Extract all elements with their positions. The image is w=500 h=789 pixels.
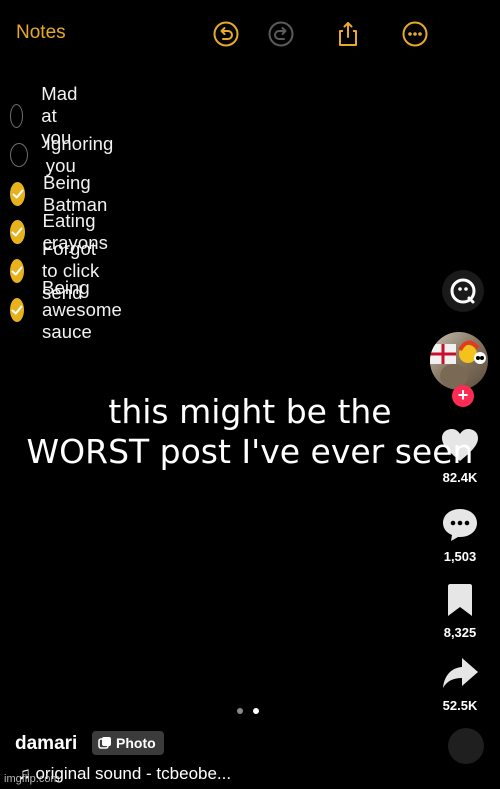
comment-icon <box>443 509 477 541</box>
undo-icon[interactable] <box>212 20 240 48</box>
photo-stack-icon <box>98 737 111 749</box>
bookmark-icon <box>448 584 472 616</box>
share-icon[interactable] <box>334 20 362 48</box>
photo-badge-label: Photo <box>116 735 156 751</box>
carousel-dot[interactable] <box>237 708 243 714</box>
like-count: 82.4K <box>442 470 478 485</box>
caption-line: WORST post I've ever seen <box>26 432 474 471</box>
checkbox-checked-icon[interactable] <box>10 298 24 322</box>
share-count: 52.5K <box>442 698 478 713</box>
redo-icon[interactable] <box>267 20 295 48</box>
notes-back-title[interactable]: Notes <box>16 22 66 44</box>
checklist-item-label: Being awesome sauce <box>42 277 122 342</box>
sound-disc-icon[interactable] <box>448 728 484 764</box>
checklist-item-label: Ignoring you <box>45 133 114 176</box>
checkbox-checked-icon[interactable] <box>10 220 25 244</box>
checkbox-checked-icon[interactable] <box>10 259 24 283</box>
comment-button[interactable]: 1,503 <box>420 506 500 564</box>
carousel-dot-active[interactable] <box>253 708 260 714</box>
photo-badge: Photo <box>92 731 164 755</box>
checkbox-empty-icon[interactable] <box>10 143 28 167</box>
save-button[interactable]: 8,325 <box>420 582 500 640</box>
meme-caption: this might be the WORST post I've ever s… <box>0 392 500 472</box>
checklist-item[interactable]: Ignoring you <box>10 133 120 176</box>
save-count: 8,325 <box>443 625 477 640</box>
checklist-item[interactable]: Being Batman <box>10 172 116 215</box>
checkbox-checked-icon[interactable] <box>10 182 25 206</box>
checklist-item[interactable]: Mad at you <box>10 83 88 148</box>
effect-icon[interactable] <box>442 270 484 312</box>
checkbox-empty-icon[interactable] <box>10 104 24 128</box>
comment-count: 1,503 <box>443 549 477 564</box>
checklist-item[interactable]: Being awesome sauce <box>10 277 132 342</box>
avatar[interactable] <box>430 332 488 390</box>
share-post-button[interactable]: 52.5K <box>420 655 500 713</box>
carousel-indicator <box>237 701 265 719</box>
caption-line: this might be the <box>108 392 392 431</box>
share-arrow-icon <box>443 658 478 688</box>
author-name[interactable]: damari <box>15 733 77 755</box>
watermark: imgflip.com <box>4 773 60 785</box>
